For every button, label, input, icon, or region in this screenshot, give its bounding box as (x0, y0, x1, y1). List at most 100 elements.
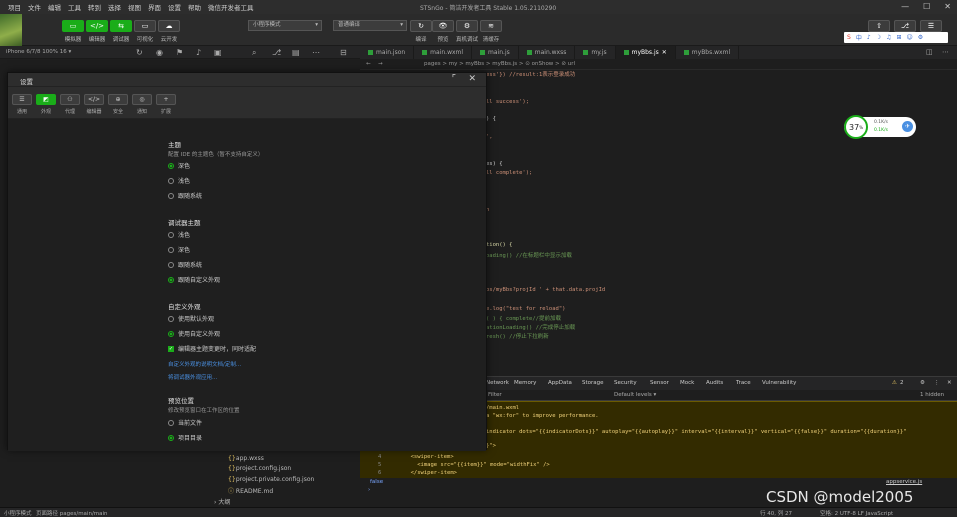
devtools-more-icon[interactable]: ⋮ (934, 380, 940, 386)
devtab-network[interactable]: Network (486, 380, 509, 386)
tab-main-json[interactable]: main.json (360, 46, 415, 59)
explorer-icon[interactable]: ▤ (292, 48, 300, 57)
devtab-mock[interactable]: Mock (680, 380, 694, 386)
menu-file[interactable]: 文件 (28, 2, 41, 12)
status-line-col[interactable]: 行 40, 列 27 (760, 509, 792, 517)
back-icon[interactable]: ← (366, 61, 371, 67)
breadcrumb-path[interactable]: pages > my > myBbs > myBbs.js > ⊙ onShow… (424, 61, 575, 67)
menu-select[interactable]: 选择 (108, 2, 121, 12)
settings-tab-security[interactable]: ⊕ (108, 94, 128, 105)
theme-light-option[interactable]: 浅色 (168, 176, 190, 185)
debugger-custom-option[interactable]: 跟随自定义外观 (168, 275, 220, 284)
devtab-audits[interactable]: Audits (706, 380, 723, 386)
menu-wechat-devtools[interactable]: 微信开发者工具 (208, 2, 254, 12)
tab-mybbs-js[interactable]: myBbs.js ✕ (615, 46, 676, 59)
menu-project[interactable]: 项目 (8, 2, 21, 12)
record-icon[interactable]: ◉ (156, 48, 163, 57)
tab-my-js[interactable]: my.js (575, 46, 616, 59)
tab-main-js[interactable]: main.js (472, 46, 519, 59)
ime-moon-icon[interactable]: ☽ (876, 34, 881, 41)
accelerate-icon[interactable]: ✈ (902, 121, 913, 132)
ime-logo-icon[interactable]: S (847, 34, 851, 41)
menu-view[interactable]: 视图 (128, 2, 141, 12)
source-control-icon[interactable]: ⎇ (272, 48, 281, 57)
source-link[interactable]: appservice.js (886, 479, 922, 485)
menu-tools[interactable]: 工具 (68, 2, 81, 12)
devtab-sensor[interactable]: Sensor (650, 380, 669, 386)
filter-input[interactable]: Filter (488, 392, 502, 398)
tab-main-wxml[interactable]: main.wxml (414, 46, 473, 59)
status-page-path[interactable]: 页面路径 pages/main/main (36, 509, 108, 517)
maximize-dialog-icon[interactable]: ⌜ (452, 74, 456, 84)
levels-select[interactable]: Default levels ▾ (614, 392, 656, 398)
net-speed-widget[interactable]: 37% 0.1K/s 0.1K/s ✈ (844, 115, 916, 139)
search-icon[interactable]: ⌕ (252, 48, 256, 58)
devtools-close-icon[interactable]: ✕ (947, 380, 952, 386)
theme-dark-option[interactable]: 深色 (168, 161, 190, 170)
debugger-system-option[interactable]: 跟随系统 (168, 260, 202, 269)
settings-tab-notify[interactable]: ◎ (132, 94, 152, 105)
more-icon[interactable]: ⋯ (312, 48, 320, 57)
maximize-icon[interactable]: ☐ (923, 2, 930, 11)
split-editor-icon[interactable]: ◫ (926, 48, 933, 56)
visual-toggle[interactable]: ▭ (134, 20, 156, 32)
compile-button[interactable]: ↻ (410, 20, 432, 32)
mode-select[interactable]: 小程序模式 (248, 20, 322, 31)
close-tab-icon[interactable]: ✕ (662, 49, 667, 56)
refresh-sim-icon[interactable]: ↻ (136, 48, 143, 57)
debugger-toggle[interactable]: ⇆ (110, 20, 132, 32)
sim-screenshot-icon[interactable]: ▣ (214, 48, 222, 57)
preview-project-dir-option[interactable]: 项目目录 (168, 433, 202, 442)
menu-goto[interactable]: 转到 (88, 2, 101, 12)
devtab-appdata[interactable]: AppData (548, 380, 572, 386)
devtab-memory[interactable]: Memory (514, 380, 536, 386)
clear-cache-button[interactable]: ≋ (480, 20, 502, 32)
custom-appearance-doc-link[interactable]: 自定义外观的说明文档/定制... (168, 360, 241, 368)
ime-voice-icon[interactable]: ♪ (867, 34, 871, 41)
devtools-settings-icon[interactable]: ⚙ (920, 380, 925, 386)
prompt-icon[interactable]: › (368, 487, 370, 493)
outline-toggle[interactable]: › 大纲 (214, 497, 230, 506)
appearance-default-option[interactable]: 使用默认外观 (168, 314, 214, 323)
flag-icon[interactable]: ⚑ (176, 48, 183, 57)
tree-item-readme[interactable]: ⓘ README.md (228, 486, 273, 495)
appearance-custom-option[interactable]: 使用自定义外观 (168, 329, 220, 338)
simulator-toggle[interactable]: ▭ (62, 20, 84, 32)
upload-button[interactable]: ⇧ (868, 20, 890, 32)
tree-item-project-config[interactable]: {} project.config.json (228, 465, 291, 472)
ime-music-icon[interactable]: ♫ (886, 34, 891, 41)
version-button[interactable]: ⎇ (894, 20, 916, 32)
compile-select[interactable]: 普通编译 (333, 20, 407, 31)
preview-current-file-option[interactable]: 当前文件 (168, 418, 202, 427)
apply-debugger-link[interactable]: 将调试器外观应用... (168, 373, 217, 381)
menu-settings[interactable]: 设置 (168, 2, 181, 12)
ime-settings-icon[interactable]: ⚙ (918, 34, 923, 41)
devtab-trace[interactable]: Trace (736, 380, 751, 386)
user-avatar[interactable] (0, 14, 22, 48)
collapse-icon[interactable]: ⊟ (340, 48, 347, 57)
status-encoding[interactable]: 空格: 2 UTF-8 LF JavaScript (820, 509, 893, 517)
close-window-icon[interactable]: ✕ (944, 2, 951, 11)
devtab-vulnerability[interactable]: Vulnerability (762, 380, 796, 386)
settings-tab-proxy[interactable]: ⚇ (60, 94, 80, 105)
settings-tab-extensions[interactable]: + (156, 94, 176, 105)
adapt-theme-checkbox[interactable]: ✓ 编辑器主题变更时，同时适配 (168, 344, 256, 353)
editor-more-icon[interactable]: ⋯ (942, 48, 949, 56)
debugger-dark-option[interactable]: 深色 (168, 245, 190, 254)
settings-tab-editor[interactable]: </> (84, 94, 104, 105)
device-select[interactable]: iPhone 6/7/8 100% 16 ▾ (6, 49, 71, 55)
ime-grid-icon[interactable]: ⊞ (896, 34, 901, 41)
minimize-icon[interactable]: — (901, 2, 909, 11)
tab-main-wxss[interactable]: main.wxss (519, 46, 576, 59)
menu-interface[interactable]: 界面 (148, 2, 161, 12)
cloud-button[interactable]: ☁ (158, 20, 180, 32)
status-mode[interactable]: 小程序模式 (4, 509, 32, 517)
close-dialog-icon[interactable]: ✕ (468, 74, 476, 84)
menu-edit[interactable]: 编辑 (48, 2, 61, 12)
detail-button[interactable]: ☰ (920, 20, 942, 32)
menu-help[interactable]: 帮助 (188, 2, 201, 12)
editor-toggle[interactable]: </> (86, 20, 108, 32)
theme-system-option[interactable]: 跟随系统 (168, 191, 202, 200)
preview-button[interactable]: 👁 (432, 20, 454, 32)
devtab-security[interactable]: Security (614, 380, 637, 386)
